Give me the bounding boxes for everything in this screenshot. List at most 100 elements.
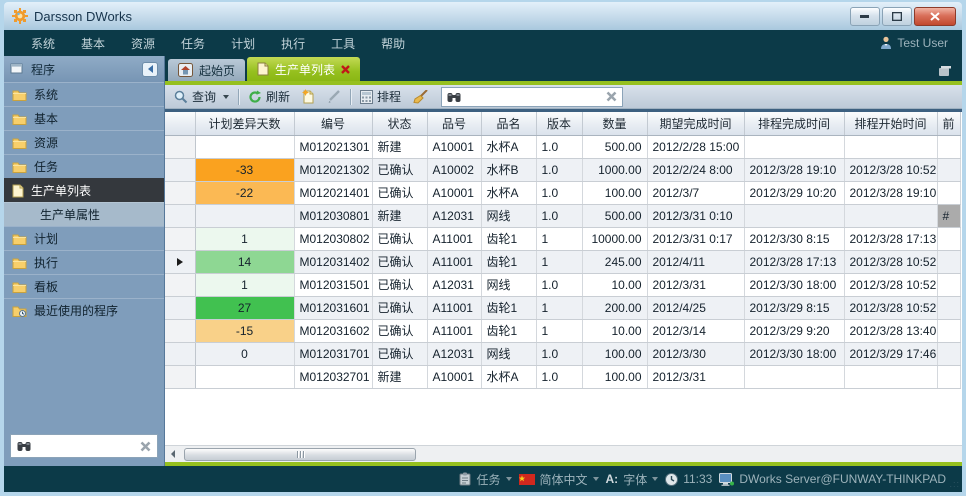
cell-item-name[interactable]: 齿轮1 (481, 227, 536, 250)
cell-quantity[interactable]: 245.00 (582, 250, 647, 273)
row-indicator[interactable] (165, 204, 195, 227)
schedule-button[interactable]: 排程 (357, 87, 404, 106)
cell-item-name[interactable]: 齿轮1 (481, 319, 536, 342)
cell-order-id[interactable]: M012032701 (294, 365, 372, 388)
cell-order-id[interactable]: M012031602 (294, 319, 372, 342)
tab-close-icon[interactable] (341, 65, 350, 74)
sidebar-search-input[interactable] (37, 439, 134, 453)
cell-sched-end-time[interactable] (744, 204, 844, 227)
cell-item-no[interactable]: A12031 (427, 342, 481, 365)
cell-sched-end-time[interactable]: 2012/3/30 8:15 (744, 227, 844, 250)
cell-status[interactable]: 已确认 (372, 296, 427, 319)
cell-extra[interactable] (937, 273, 960, 296)
cell-sched-end-time[interactable]: 2012/3/30 18:00 (744, 342, 844, 365)
sidebar-item-production-order-list[interactable]: 生产单列表 (4, 178, 164, 202)
cell-item-no[interactable]: A10001 (427, 181, 481, 204)
table-row[interactable]: 14M012031402已确认A11001齿轮11245.002012/4/11… (165, 250, 960, 273)
menu-resource[interactable]: 资源 (118, 35, 168, 52)
menu-system[interactable]: 系统 (18, 35, 68, 52)
menu-plan[interactable]: 计划 (218, 35, 268, 52)
row-indicator[interactable] (165, 135, 195, 158)
cell-due-time[interactable]: 2012/3/31 (647, 273, 744, 296)
cell-item-name[interactable]: 齿轮1 (481, 296, 536, 319)
cell-due-time[interactable]: 2012/3/31 (647, 365, 744, 388)
cell-status[interactable]: 已确认 (372, 273, 427, 296)
column-header-10[interactable]: 排程开始时间 (844, 112, 937, 135)
cell-item-no[interactable]: A12031 (427, 273, 481, 296)
cell-status[interactable]: 已确认 (372, 227, 427, 250)
cell-item-no[interactable]: A10001 (427, 135, 481, 158)
cell-sched-start-time[interactable]: 2012/3/28 10:52 (844, 296, 937, 319)
menu-tools[interactable]: 工具 (318, 35, 368, 52)
cell-due-time[interactable]: 2012/4/11 (647, 250, 744, 273)
cell-version[interactable]: 1 (536, 319, 582, 342)
cell-sched-end-time[interactable]: 2012/3/29 9:20 (744, 319, 844, 342)
sidebar-item-execute[interactable]: 执行 (4, 250, 164, 274)
cell-item-name[interactable]: 网线 (481, 342, 536, 365)
clear-search-icon[interactable] (140, 441, 151, 452)
cell-item-name[interactable]: 网线 (481, 273, 536, 296)
statusbar-language-dropdown[interactable]: 简体中文 (519, 471, 599, 488)
cell-item-no[interactable]: A11001 (427, 296, 481, 319)
sidebar-item-resource[interactable]: 资源 (4, 130, 164, 154)
table-row[interactable]: M012021301新建A10001水杯A1.0500.002012/2/28 … (165, 135, 960, 158)
grid-search-input[interactable] (466, 90, 601, 104)
row-indicator[interactable] (165, 365, 195, 388)
scrollbar-track[interactable] (180, 447, 962, 462)
horizontal-scrollbar[interactable] (165, 445, 962, 462)
sidebar-item-task[interactable]: 任务 (4, 154, 164, 178)
cell-status[interactable]: 已确认 (372, 250, 427, 273)
column-header-6[interactable]: 版本 (536, 112, 582, 135)
sidebar-item-basic[interactable]: 基本 (4, 106, 164, 130)
cell-item-name[interactable]: 水杯A (481, 135, 536, 158)
cell-extra[interactable] (937, 181, 960, 204)
cell-plan-diff-days[interactable] (195, 135, 294, 158)
cell-version[interactable]: 1.0 (536, 365, 582, 388)
cell-version[interactable]: 1 (536, 296, 582, 319)
cell-due-time[interactable]: 2012/3/30 (647, 342, 744, 365)
cell-extra[interactable] (937, 227, 960, 250)
cell-status[interactable]: 已确认 (372, 342, 427, 365)
cell-sched-start-time[interactable]: 2012/3/28 13:40 (844, 319, 937, 342)
cell-extra[interactable] (937, 135, 960, 158)
column-header-11[interactable]: 前 (937, 112, 960, 135)
cell-status[interactable]: 已确认 (372, 158, 427, 181)
column-header-2[interactable]: 编号 (294, 112, 372, 135)
cell-item-no[interactable]: A11001 (427, 227, 481, 250)
cell-item-no[interactable]: A11001 (427, 250, 481, 273)
table-row[interactable]: 1M012031501已确认A12031网线1.010.002012/3/312… (165, 273, 960, 296)
cell-order-id[interactable]: M012031501 (294, 273, 372, 296)
sidebar-collapse-button[interactable] (142, 62, 158, 77)
row-indicator[interactable] (165, 296, 195, 319)
row-indicator[interactable] (165, 319, 195, 342)
cell-plan-diff-days[interactable]: 1 (195, 273, 294, 296)
query-button[interactable]: 查询 (171, 87, 232, 106)
scrollbar-thumb[interactable] (184, 448, 416, 461)
cell-status[interactable]: 新建 (372, 135, 427, 158)
cell-due-time[interactable]: 2012/3/14 (647, 319, 744, 342)
table-row[interactable]: 1M012030802已确认A11001齿轮1110000.002012/3/3… (165, 227, 960, 250)
row-indicator[interactable] (165, 181, 195, 204)
cell-plan-diff-days[interactable]: -15 (195, 319, 294, 342)
cell-extra[interactable] (937, 250, 960, 273)
cell-quantity[interactable]: 10.00 (582, 319, 647, 342)
cell-quantity[interactable]: 100.00 (582, 365, 647, 388)
cell-sched-end-time[interactable]: 2012/3/28 19:10 (744, 158, 844, 181)
cell-order-id[interactable]: M012030801 (294, 204, 372, 227)
cell-sched-start-time[interactable] (844, 365, 937, 388)
column-header-7[interactable]: 数量 (582, 112, 647, 135)
cell-due-time[interactable]: 2012/2/28 15:00 (647, 135, 744, 158)
cell-status[interactable]: 新建 (372, 365, 427, 388)
sidebar-item-system[interactable]: 系统 (4, 82, 164, 106)
table-row[interactable]: -15M012031602已确认A11001齿轮1110.002012/3/14… (165, 319, 960, 342)
cell-sched-end-time[interactable] (744, 135, 844, 158)
cell-extra[interactable] (937, 296, 960, 319)
cell-order-id[interactable]: M012031701 (294, 342, 372, 365)
cell-extra[interactable]: # (937, 204, 960, 227)
cell-status[interactable]: 已确认 (372, 181, 427, 204)
cell-item-name[interactable]: 水杯A (481, 181, 536, 204)
cell-version[interactable]: 1.0 (536, 204, 582, 227)
cell-item-no[interactable]: A10002 (427, 158, 481, 181)
cell-item-name[interactable]: 水杯A (481, 365, 536, 388)
statusbar-font-dropdown[interactable]: A: 字体 (606, 471, 659, 488)
